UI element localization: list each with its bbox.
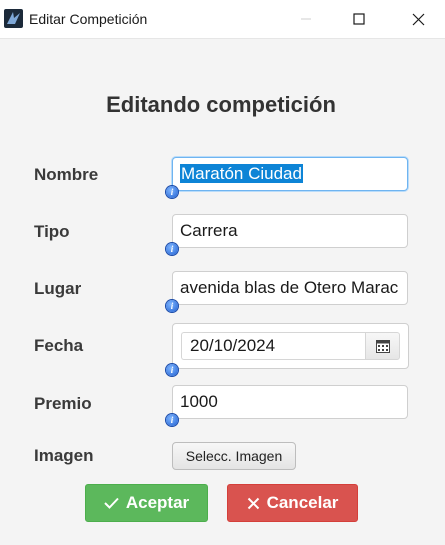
premio-input[interactable]: 1000 [172, 385, 408, 419]
tipo-input[interactable]: Carrera [172, 214, 408, 248]
calendar-button[interactable] [365, 332, 400, 360]
lugar-label: Lugar [34, 279, 82, 298]
info-icon: i [166, 243, 178, 255]
info-icon: i [166, 414, 178, 426]
select-image-button[interactable]: Selecc. Imagen [172, 442, 296, 470]
tipo-label: Tipo [34, 222, 70, 241]
cancel-label: Cancelar [266, 493, 339, 512]
accept-button[interactable]: Aceptar [85, 484, 208, 522]
imagen-label: Imagen [34, 446, 94, 465]
lugar-value: avenida blas de Otero Marac [180, 278, 399, 297]
close-button[interactable] [395, 0, 441, 38]
maximize-button[interactable] [336, 0, 382, 38]
info-icon: i [166, 364, 178, 376]
nombre-input[interactable]: Maratón Ciudad [172, 157, 408, 191]
close-icon [247, 497, 259, 509]
close-icon [412, 13, 424, 25]
nombre-label: Nombre [34, 165, 99, 184]
window-title: Editar Competición [29, 11, 148, 27]
check-icon [104, 497, 119, 509]
cancel-button[interactable]: Cancelar [227, 484, 358, 522]
info-icon: i [166, 300, 178, 312]
premio-value: 1000 [180, 392, 218, 411]
calendar-icon [375, 339, 390, 353]
premio-label: Premio [34, 394, 92, 413]
title-bar: Editar Competición [0, 0, 445, 39]
nombre-value: Maratón Ciudad [180, 164, 303, 183]
maximize-icon [353, 13, 365, 25]
fecha-picker: 20/10/2024 [172, 323, 409, 369]
minimize-button[interactable] [283, 0, 329, 38]
info-icon: i [166, 186, 178, 198]
app-logo-icon [4, 9, 23, 28]
tipo-value: Carrera [180, 221, 238, 240]
fecha-input[interactable]: 20/10/2024 [181, 332, 365, 360]
lugar-input[interactable]: avenida blas de Otero Marac [172, 271, 408, 305]
fecha-label: Fecha [34, 336, 84, 355]
accept-label: Aceptar [125, 493, 190, 512]
fecha-value: 20/10/2024 [190, 336, 276, 355]
minimize-icon [301, 18, 311, 20]
form-heading: Editando competición [106, 92, 336, 117]
